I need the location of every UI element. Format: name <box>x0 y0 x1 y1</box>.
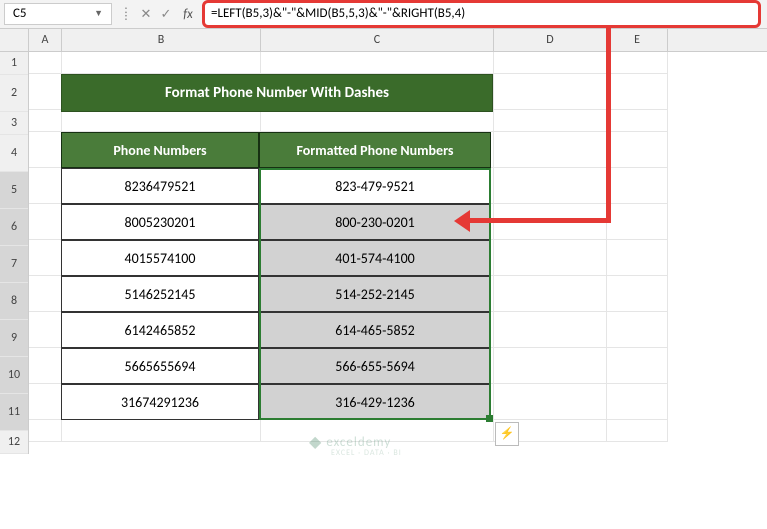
cell-c5[interactable]: 823-479-9521 <box>259 168 491 204</box>
watermark-icon: ◆ <box>309 432 322 452</box>
enter-icon[interactable]: ✓ <box>156 7 176 22</box>
row-header-3[interactable]: 3 <box>0 112 28 135</box>
col-header-b[interactable]: B <box>62 29 261 51</box>
cells-area[interactable]: Format Phone Number With Dashes Phone Nu… <box>29 52 767 454</box>
cell-b9[interactable]: 6142465852 <box>61 312 259 348</box>
sheet-title[interactable]: Format Phone Number With Dashes <box>61 74 493 112</box>
row-header-6[interactable]: 6 <box>0 209 28 246</box>
name-box-dropdown-icon[interactable]: ▼ <box>94 4 103 24</box>
watermark-sub: EXCEL · DATA · BI <box>331 448 402 458</box>
formula-text: =LEFT(B5,3)&"-"&MID(B5,5,3)&"-"&RIGHT(B5… <box>211 6 465 21</box>
row-header-11[interactable]: 11 <box>0 394 28 431</box>
row-header-1[interactable]: 1 <box>0 52 28 75</box>
cell-b5[interactable]: 8236479521 <box>61 168 259 204</box>
cell-c6[interactable]: 800-230-0201 <box>259 204 491 240</box>
row-header-2[interactable]: 2 <box>0 75 28 112</box>
row-header-9[interactable]: 9 <box>0 320 28 357</box>
row-headers: 1 2 3 4 5 6 7 8 9 10 11 12 <box>0 52 29 454</box>
row-header-8[interactable]: 8 <box>0 283 28 320</box>
col-header-c[interactable]: C <box>261 29 494 51</box>
formula-bar: C5 ▼ ⁞ ✕ ✓ fx =LEFT(B5,3)&"-"&MID(B5,5,3… <box>0 0 767 29</box>
fx-icon[interactable]: fx <box>176 7 200 22</box>
col-header-d[interactable]: D <box>494 29 607 51</box>
row-header-5[interactable]: 5 <box>0 172 28 209</box>
column-headers: A B C D E <box>0 29 767 52</box>
cancel-icon[interactable]: ✕ <box>136 7 156 22</box>
cell-c10[interactable]: 566-655-5694 <box>259 348 491 384</box>
col-header-e[interactable]: E <box>607 29 668 51</box>
row-header-4[interactable]: 4 <box>0 135 28 172</box>
formula-separator: ⁞ <box>116 7 136 22</box>
formula-input[interactable]: =LEFT(B5,3)&"-"&MID(B5,5,3)&"-"&RIGHT(B5… <box>202 0 761 28</box>
cell-b7[interactable]: 4015574100 <box>61 240 259 276</box>
cell-b10[interactable]: 5665655694 <box>61 348 259 384</box>
cell-c11[interactable]: 316-429-1236 <box>259 384 491 420</box>
row-header-10[interactable]: 10 <box>0 357 28 394</box>
name-box-value: C5 <box>13 4 27 24</box>
name-box[interactable]: C5 ▼ <box>4 3 112 25</box>
cell-c9[interactable]: 614-465-5852 <box>259 312 491 348</box>
row-header-7[interactable]: 7 <box>0 246 28 283</box>
table-header-phone[interactable]: Phone Numbers <box>61 132 259 168</box>
col-header-a[interactable]: A <box>29 29 62 51</box>
cell-c8[interactable]: 514-252-2145 <box>259 276 491 312</box>
cell-c7[interactable]: 401-574-4100 <box>259 240 491 276</box>
cell-b11[interactable]: 31674291236 <box>61 384 259 420</box>
select-all-corner[interactable] <box>0 29 29 51</box>
table-header-formatted[interactable]: Formatted Phone Numbers <box>259 132 491 168</box>
row-header-12[interactable]: 12 <box>0 431 28 454</box>
cell-b6[interactable]: 8005230201 <box>61 204 259 240</box>
autofill-options-icon[interactable]: ⚡ <box>495 422 519 446</box>
cell-b8[interactable]: 5146252145 <box>61 276 259 312</box>
